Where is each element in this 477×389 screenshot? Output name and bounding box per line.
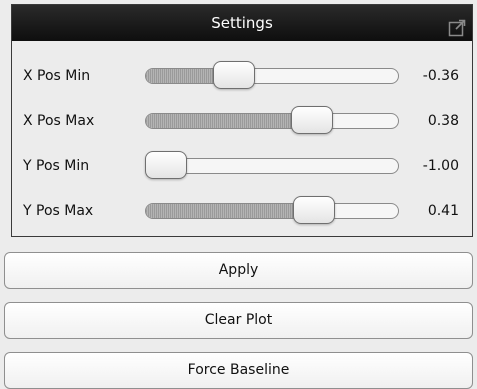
slider-label: X Pos Max [23,113,95,129]
settings-panel: Settings X Pos Min -0.36 X Pos Max 0.38 … [11,4,473,237]
slider-row-y-pos-min: Y Pos Min -1.00 [12,146,472,186]
slider-thumb[interactable] [145,151,187,179]
settings-window: Settings X Pos Min -0.36 X Pos Max 0.38 … [0,0,477,389]
detach-window-icon[interactable] [448,14,466,37]
x-pos-max-slider[interactable] [145,113,399,129]
slider-thumb[interactable] [293,196,336,224]
slider-row-x-pos-min: X Pos Min -0.36 [12,56,472,96]
slider-value: -0.36 [422,68,459,84]
slider-label: X Pos Min [23,68,91,84]
y-pos-max-slider[interactable] [145,203,399,219]
slider-thumb[interactable] [291,106,334,134]
x-pos-min-slider[interactable] [145,68,399,84]
clear-plot-button[interactable]: Clear Plot [4,302,473,339]
apply-button[interactable]: Apply [4,252,473,289]
force-baseline-button[interactable]: Force Baseline [4,352,473,389]
slider-row-y-pos-max: Y Pos Max 0.41 [12,191,472,231]
settings-titlebar: Settings [12,5,472,41]
slider-value: 0.41 [427,203,459,219]
slider-fill [146,204,316,218]
slider-row-x-pos-max: X Pos Max 0.38 [12,101,472,141]
slider-label: Y Pos Min [23,158,90,174]
slider-label: Y Pos Max [23,203,94,219]
settings-title: Settings [211,14,273,32]
slider-value: 0.38 [427,113,459,129]
slider-thumb[interactable] [212,61,255,89]
slider-fill [146,114,314,128]
slider-value: -1.00 [422,158,459,174]
